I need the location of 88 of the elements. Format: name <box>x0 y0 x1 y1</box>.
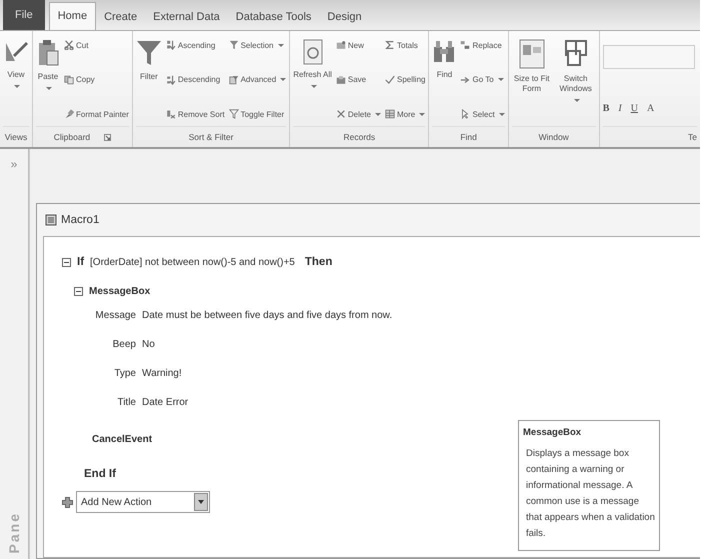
format-button[interactable]: I <box>618 103 622 114</box>
group-label: Views <box>4 132 28 142</box>
ribbon-button[interactable]: Go To <box>460 72 505 88</box>
ribbon-button[interactable]: Cut <box>64 37 129 53</box>
ribbon-button[interactable]: Selection <box>228 37 286 53</box>
ribbon-button[interactable]: Totals <box>385 37 426 53</box>
ribbon-button[interactable]: Advanced <box>228 72 286 88</box>
ribbon-button[interactable]: Copy <box>64 72 129 88</box>
argument-label: Type <box>113 368 136 379</box>
ribbon-button[interactable]: Replace <box>460 37 505 53</box>
selection-filter-icon <box>228 40 239 50</box>
binoculars-icon <box>432 39 456 65</box>
sort-ascending-icon <box>166 40 176 50</box>
then-keyword: Then <box>304 256 332 268</box>
group-label: Records <box>344 132 376 142</box>
format-button[interactable]: B <box>602 103 610 114</box>
arrow-icon <box>460 74 470 84</box>
argument-value[interactable]: Date must be between five days and five days from now. <box>142 310 392 321</box>
action-name[interactable]: CancelEvent <box>92 434 152 444</box>
pane-label: Pane <box>6 512 22 553</box>
sort-descending-icon <box>166 74 176 84</box>
collapse-icon[interactable] <box>62 258 71 266</box>
ribbon-button[interactable]: Size to Fit Form <box>512 37 552 94</box>
ribbon-button[interactable]: Format Painter <box>64 106 129 122</box>
ribbon-button[interactable]: Spelling <box>385 72 426 88</box>
ribbon-button[interactable]: Paste <box>36 37 60 90</box>
ribbon-tab[interactable]: Home <box>48 2 96 30</box>
ribbon-button[interactable]: View <box>3 37 29 88</box>
font-name-field[interactable] <box>602 45 695 69</box>
ribbon-button[interactable]: Save <box>336 72 381 88</box>
window-title: Macro1 <box>61 214 100 226</box>
ribbon-button[interactable]: Ascending <box>166 37 225 53</box>
brush-icon <box>64 109 74 119</box>
ribbon-button[interactable]: Descending <box>166 72 225 88</box>
clipboard-icon <box>36 39 60 67</box>
ribbon-button[interactable]: Refresh All <box>293 37 332 88</box>
format-button[interactable]: U <box>630 103 638 114</box>
ribbon-tab[interactable]: External Data <box>145 4 228 30</box>
ribbon-button[interactable]: Remove Sort <box>166 106 225 122</box>
argument-label: Title <box>116 397 136 408</box>
plus-icon <box>62 496 73 508</box>
form-icon <box>518 39 545 69</box>
ribbon-button[interactable]: Toggle Filter <box>228 106 286 122</box>
funnel-icon <box>228 109 239 119</box>
clear-sort-icon <box>166 109 176 119</box>
refresh-icon <box>302 39 324 65</box>
advanced-filter-icon <box>228 74 239 84</box>
sigma-icon <box>385 40 395 50</box>
add-action-dropdown[interactable]: Add New Action <box>76 491 210 513</box>
argument-value[interactable]: No <box>142 339 155 350</box>
ribbon-button[interactable]: Select <box>460 106 505 122</box>
group-label: Find <box>460 132 477 142</box>
copy-icon <box>64 74 74 84</box>
scissors-icon <box>64 40 74 50</box>
argument-value[interactable]: Warning! <box>142 368 182 379</box>
cursor-icon <box>460 109 470 119</box>
ribbon-button[interactable]: Switch Windows <box>556 37 596 102</box>
delete-icon <box>336 109 346 119</box>
help-title: MessageBox <box>523 427 582 438</box>
ribbon-button[interactable]: Delete <box>336 106 381 122</box>
grid-icon <box>385 109 395 119</box>
funnel-icon <box>136 39 162 67</box>
if-keyword: If <box>77 256 84 268</box>
end-if-keyword: End If <box>84 468 116 480</box>
collapse-icon[interactable] <box>74 286 83 296</box>
argument-value[interactable]: Date Error <box>142 397 188 408</box>
group-label: Window <box>538 132 569 142</box>
group-label: Clipboard <box>54 132 90 142</box>
argument-label: Message <box>94 310 136 321</box>
file-tab[interactable]: File <box>3 0 45 30</box>
macro-icon <box>45 214 57 226</box>
group-label: Sort & Filter <box>188 132 234 142</box>
help-text: Displays a message box containing a warning or informational message. A common use is a message that appears when a validation fails. <box>525 447 655 541</box>
save-icon <box>336 74 346 84</box>
spelling-check-icon <box>385 74 395 84</box>
ribbon-button[interactable]: New <box>336 37 381 53</box>
format-button[interactable]: A <box>646 103 654 114</box>
ribbon-tab[interactable]: Design <box>319 4 370 30</box>
argument-label: Beep <box>112 339 136 350</box>
ribbon-button[interactable]: Find <box>432 37 456 80</box>
ribbon-tab[interactable]: Database Tools <box>228 4 320 30</box>
ribbon-tab[interactable]: Create <box>96 4 146 30</box>
action-name[interactable]: MessageBox <box>89 286 150 296</box>
group-label: Te <box>688 132 697 142</box>
windows-icon <box>562 39 589 69</box>
condition-text: [OrderDate] not between now()-5 and now()+5 <box>90 256 295 268</box>
ribbon-button[interactable]: More <box>385 106 426 122</box>
ribbon-button[interactable]: Filter <box>136 37 162 82</box>
